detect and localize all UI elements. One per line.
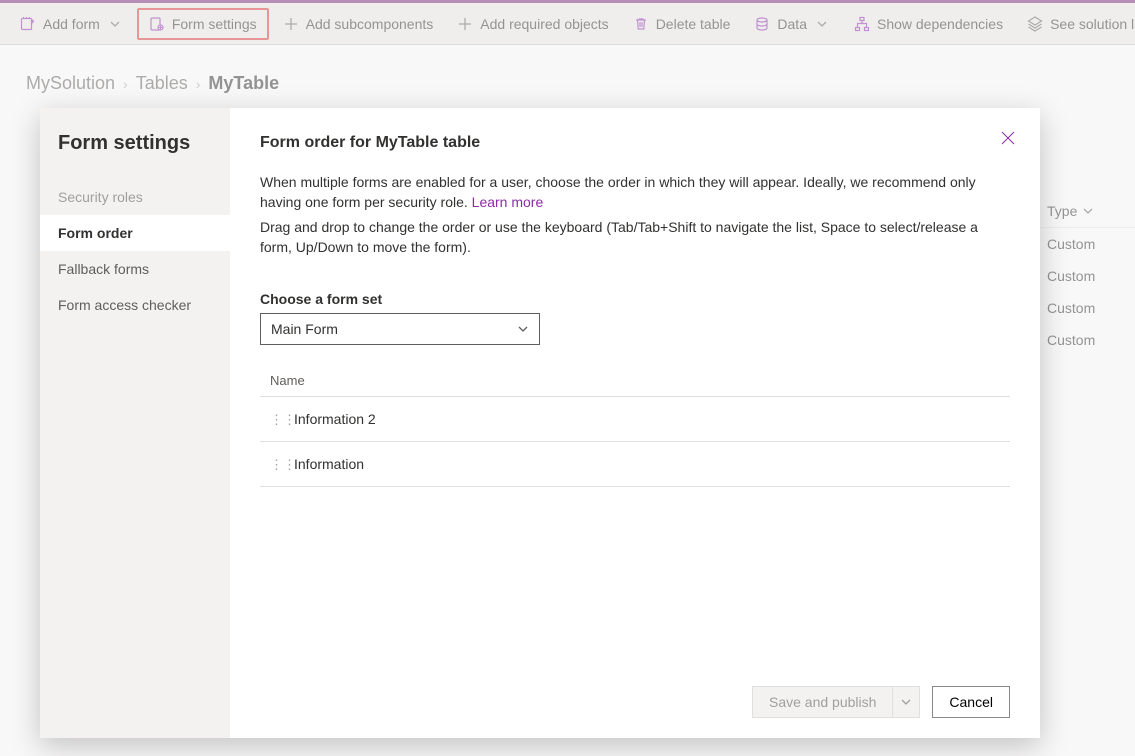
chevron-down-icon xyxy=(901,697,911,707)
chevron-down-icon xyxy=(517,323,529,335)
dialog-main: Form order for MyTable table When multip… xyxy=(230,108,1040,738)
list-row-label: Information xyxy=(294,456,364,472)
sidebar-item-security-roles[interactable]: Security roles xyxy=(40,179,230,215)
save-and-publish-button: Save and publish xyxy=(752,686,920,718)
form-settings-dialog: Form settings Security roles Form order … xyxy=(40,108,1040,738)
save-publish-caret xyxy=(892,687,919,717)
dialog-sidebar-title: Form settings xyxy=(40,132,230,179)
dialog-title: Form order for MyTable table xyxy=(260,134,1010,152)
sidebar-item-form-access-checker[interactable]: Form access checker xyxy=(40,287,230,323)
formset-value: Main Form xyxy=(271,321,338,337)
drag-handle-icon[interactable]: ⋮⋮ xyxy=(270,458,282,471)
formset-label: Choose a form set xyxy=(260,291,1010,307)
dialog-description-2: Drag and drop to change the order or use… xyxy=(260,217,1010,258)
list-header-name: Name xyxy=(260,365,1010,397)
close-button[interactable] xyxy=(994,124,1022,152)
dialog-description-1: When multiple forms are enabled for a us… xyxy=(260,172,1010,213)
list-row[interactable]: ⋮⋮ Information xyxy=(260,442,1010,487)
list-row-label: Information 2 xyxy=(294,411,376,427)
list-row[interactable]: ⋮⋮ Information 2 xyxy=(260,397,1010,442)
formset-select[interactable]: Main Form xyxy=(260,313,540,345)
cancel-button[interactable]: Cancel xyxy=(932,686,1010,718)
sidebar-item-form-order[interactable]: Form order xyxy=(40,215,230,251)
sidebar-item-fallback-forms[interactable]: Fallback forms xyxy=(40,251,230,287)
dialog-sidebar: Form settings Security roles Form order … xyxy=(40,108,230,738)
drag-handle-icon[interactable]: ⋮⋮ xyxy=(270,413,282,426)
dialog-footer: Save and publish Cancel xyxy=(260,672,1010,718)
close-icon xyxy=(1000,130,1016,146)
learn-more-link[interactable]: Learn more xyxy=(472,194,544,210)
